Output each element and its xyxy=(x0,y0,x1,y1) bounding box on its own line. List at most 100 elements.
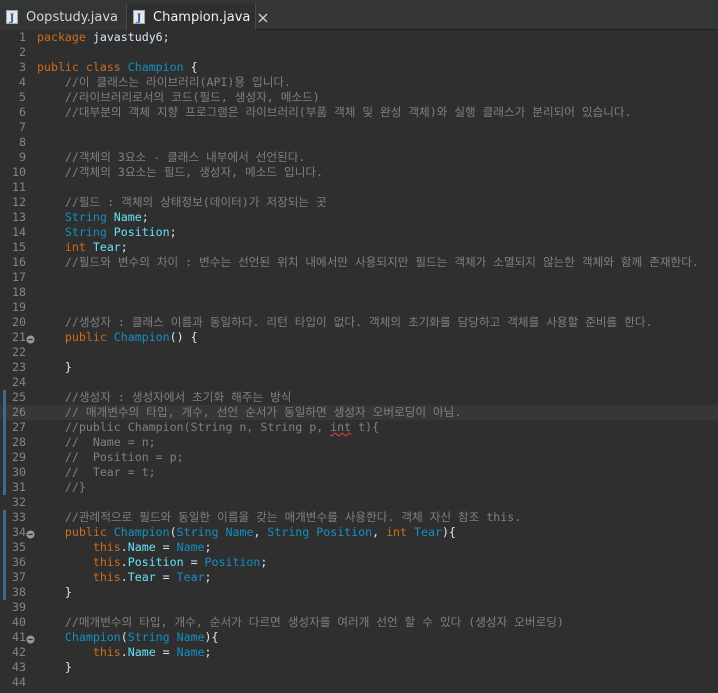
code-token: Position xyxy=(204,555,261,569)
code-token: ){ xyxy=(441,525,456,539)
code-line[interactable]: 10 //객체의 3요소는 필드, 생성자, 메소드 입니다. xyxy=(0,165,718,180)
line-number: 11 xyxy=(12,180,26,194)
code-line[interactable]: 37 this.Tear = Tear; xyxy=(0,570,718,585)
code-line[interactable]: 38 } xyxy=(0,585,718,600)
code-token: // Name = n; xyxy=(64,435,156,449)
line-number: 5 xyxy=(19,90,26,104)
fold-collapse-icon[interactable] xyxy=(26,333,35,344)
code-line[interactable]: 36 this.Position = Position; xyxy=(0,555,718,570)
code-token: = xyxy=(155,540,177,554)
code-line[interactable]: 42 this.Name = Name; xyxy=(0,645,718,660)
code-line[interactable]: 34 public Champion(String Name, String P… xyxy=(0,525,718,540)
line-number: 6 xyxy=(19,105,26,119)
code-line[interactable]: 28 // Name = n; xyxy=(0,435,718,450)
code-line[interactable]: 24 xyxy=(0,375,718,390)
tab-oopstudy[interactable]: J Oopstudy.java xyxy=(0,4,126,30)
fold-collapse-icon[interactable] xyxy=(26,528,35,539)
code-line[interactable]: 29 // Position = p; xyxy=(0,450,718,465)
code-text: // Position = p; xyxy=(37,450,184,465)
tab-champion[interactable]: J Champion.java xyxy=(126,4,268,30)
code-line[interactable]: 6 //대부분의 객체 지향 프로그램은 라이브러리(부품 객체 및 완성 객체… xyxy=(0,105,718,120)
code-line[interactable]: 41 Champion(String Name){ xyxy=(0,630,718,645)
code-token: Name xyxy=(176,630,205,644)
code-token: Name xyxy=(127,540,156,554)
code-token: ; xyxy=(260,555,268,569)
code-line[interactable]: 4 //이 클래스는 라이브러리(API)용 입니다. xyxy=(0,75,718,90)
code-line[interactable]: 17 xyxy=(0,270,718,285)
code-editor[interactable]: 1 package javastudy6; 2 3 public class Champ… xyxy=(0,30,718,693)
code-line[interactable]: 21 public Champion() { xyxy=(0,330,718,345)
code-line[interactable]: 31 //} xyxy=(0,480,718,495)
code-line[interactable]: 44 xyxy=(0,675,718,690)
code-token: ; xyxy=(141,210,149,224)
code-line[interactable]: 20 //생성자 : 클래스 이름과 동일하다. 리턴 타입이 없다. 객체의 … xyxy=(0,315,718,330)
code-token: //이 클래스는 라이브러리(API)용 입니다. xyxy=(64,75,292,89)
code-token: , xyxy=(372,525,387,539)
code-token: Position xyxy=(316,525,373,539)
code-text: // Tear = t; xyxy=(37,465,156,480)
code-token: , xyxy=(253,525,268,539)
code-text: //매개변수의 타입, 개수, 순서가 다르면 생성자를 여러개 선언 할 수 … xyxy=(37,615,564,630)
code-line[interactable]: 9 //객체의 3요소 - 클래스 내부에서 선언된다. xyxy=(0,150,718,165)
code-line[interactable]: 13 String Name; xyxy=(0,210,718,225)
code-line[interactable]: 3 public class Champion { xyxy=(0,60,718,75)
code-line[interactable]: 35 this.Name = Name; xyxy=(0,540,718,555)
code-line[interactable]: 18 xyxy=(0,285,718,300)
code-line[interactable]: 19 xyxy=(0,300,718,315)
code-line[interactable]: 14 String Position; xyxy=(0,225,718,240)
code-line[interactable]: 30 // Tear = t; xyxy=(0,465,718,480)
code-text: String Position; xyxy=(37,225,177,240)
code-line[interactable]: 5 //라이브러리로서의 코드(필드, 생성자, 메소드) xyxy=(0,90,718,105)
line-number: 37 xyxy=(12,570,26,584)
line-number: 21 xyxy=(12,330,26,344)
code-line[interactable]: 7 xyxy=(0,120,718,135)
code-token: //관례적으로 필드와 동일한 이름을 갖는 매개변수를 사용한다. 객체 자신… xyxy=(64,510,522,524)
code-line[interactable]: 2 xyxy=(0,45,718,60)
code-line[interactable]: 1 package javastudy6; xyxy=(0,30,718,45)
code-line[interactable]: 11 xyxy=(0,180,718,195)
code-text: //객체의 3요소 - 클래스 내부에서 선언된다. xyxy=(37,150,305,165)
line-number: 3 xyxy=(19,60,26,74)
code-line[interactable]: 32 xyxy=(0,495,718,510)
code-line[interactable]: 15 int Tear; xyxy=(0,240,718,255)
code-line[interactable]: 12 //필드 : 객체의 상태정보(데이터)가 저장되는 곳 xyxy=(0,195,718,210)
code-text: //생성자 : 클래스 이름과 동일하다. 리턴 타입이 없다. 객체의 초기화… xyxy=(37,315,653,330)
code-line[interactable]: 27 //public Champion(String n, String p,… xyxy=(0,420,718,435)
code-line[interactable]: 22 xyxy=(0,345,718,360)
code-token: //생성자 : 클래스 이름과 동일하다. 리턴 타입이 없다. 객체의 초기화… xyxy=(64,315,653,329)
code-line[interactable]: 33 //관례적으로 필드와 동일한 이름을 갖는 매개변수를 사용한다. 객체… xyxy=(0,510,718,525)
code-token: //필드와 변수의 차이 : 변수는 선언된 위치 내에서만 사용되지만 필드는… xyxy=(64,255,699,269)
code-token: //매개변수의 타입, 개수, 순서가 다르면 생성자를 여러개 선언 할 수 … xyxy=(64,615,564,629)
code-line[interactable]: 26 // 매개변수의 타입, 개수, 선언 순서가 동일하면 생성자 오버로딩… xyxy=(0,405,718,420)
code-line[interactable]: 25 //생성자 : 생성자에서 초기화 해주는 방식 xyxy=(0,390,718,405)
code-line[interactable]: 8 xyxy=(0,135,718,150)
code-line[interactable]: 39 xyxy=(0,600,718,615)
code-token: javastudy6; xyxy=(85,30,170,44)
code-token: Tear xyxy=(127,570,156,584)
code-line[interactable]: 43 } xyxy=(0,660,718,675)
code-line[interactable]: 23 } xyxy=(0,360,718,375)
code-token: //} xyxy=(64,480,86,494)
close-icon[interactable] xyxy=(258,12,268,23)
code-line[interactable]: 16 //필드와 변수의 차이 : 변수는 선언된 위치 내에서만 사용되지만 … xyxy=(0,255,718,270)
code-token: this xyxy=(92,570,121,584)
code-token: this xyxy=(92,555,121,569)
code-token: Name xyxy=(176,540,205,554)
code-text: package javastudy6; xyxy=(37,30,170,45)
code-line[interactable]: 40 //매개변수의 타입, 개수, 순서가 다르면 생성자를 여러개 선언 할… xyxy=(0,615,718,630)
code-token: String xyxy=(64,225,107,239)
line-number: 18 xyxy=(12,285,26,299)
fold-collapse-icon[interactable] xyxy=(26,633,35,644)
code-token: ( xyxy=(120,630,128,644)
